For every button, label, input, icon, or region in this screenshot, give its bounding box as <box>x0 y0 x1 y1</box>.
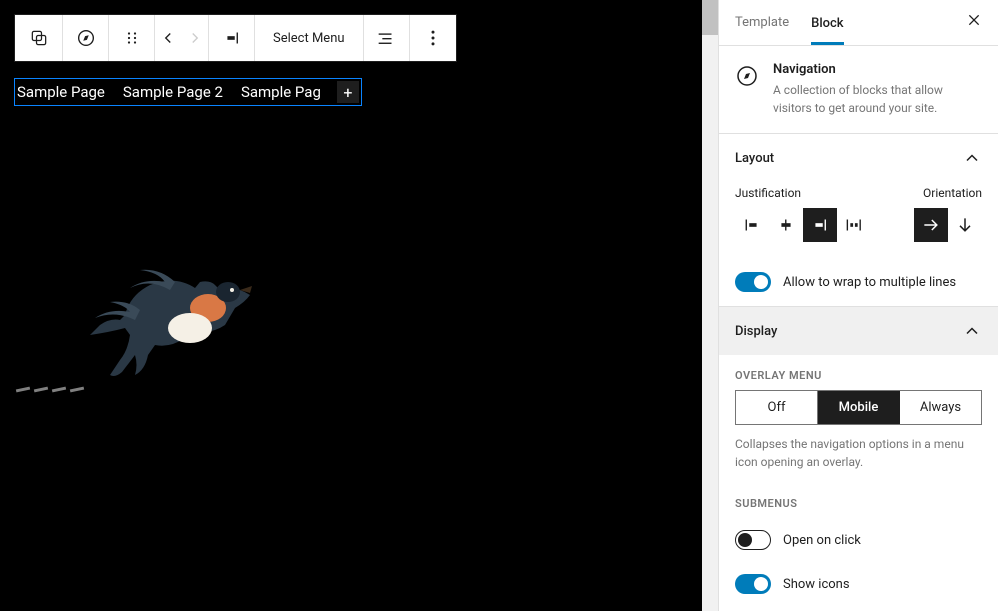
justification-group <box>735 208 871 242</box>
justify-center-button[interactable] <box>769 208 803 242</box>
justify-center-icon <box>775 214 797 236</box>
submenu-icon <box>375 27 397 49</box>
nav-item[interactable]: Sample Page 2 <box>121 79 225 105</box>
select-menu-button[interactable]: Select Menu <box>255 15 364 61</box>
orientation-horizontal-button[interactable] <box>914 208 948 242</box>
move-left-button[interactable] <box>155 15 182 61</box>
settings-sidebar: Template Block Navigation A collection o… <box>718 0 998 611</box>
close-icon <box>966 12 982 28</box>
open-on-click-toggle[interactable] <box>735 530 771 550</box>
justify-right-button[interactable] <box>803 208 837 242</box>
open-on-click-label: Open on click <box>783 533 861 548</box>
scrollbar-thumb[interactable] <box>702 0 718 35</box>
justify-space-button[interactable] <box>837 208 871 242</box>
show-icons-toggle[interactable] <box>735 574 771 594</box>
block-description: A collection of blocks that allow visito… <box>773 81 982 117</box>
add-block-button[interactable]: + <box>337 81 359 103</box>
navigation-block[interactable]: Sample Page Sample Page 2 Sample Pag + <box>14 78 362 106</box>
arrow-down-icon <box>955 215 975 235</box>
block-info: Navigation A collection of blocks that a… <box>719 46 998 133</box>
justification-label: Justification <box>735 186 801 200</box>
justify-left-button[interactable] <box>735 208 769 242</box>
compass-icon <box>75 27 97 49</box>
tab-block[interactable]: Block <box>811 2 843 45</box>
layout-panel: Layout Justification Orientation <box>719 133 998 306</box>
drag-handle[interactable] <box>109 15 155 61</box>
drag-icon <box>123 29 141 47</box>
overlay-mobile-button[interactable]: Mobile <box>817 391 899 424</box>
overlay-help-text: Collapses the navigation options in a me… <box>719 435 998 483</box>
overlay-menu-group: Off Mobile Always <box>735 390 982 425</box>
justify-left-icon <box>741 214 763 236</box>
tab-template[interactable]: Template <box>735 1 789 44</box>
nav-item[interactable]: Sample Pag <box>239 79 323 105</box>
block-title: Navigation <box>773 62 982 77</box>
block-type-button[interactable] <box>63 15 109 61</box>
canvas-scrollbar[interactable] <box>702 0 718 611</box>
show-icons-label: Show icons <box>783 577 850 592</box>
move-right-button[interactable] <box>182 15 209 61</box>
more-options-button[interactable] <box>410 15 456 61</box>
display-panel-toggle[interactable]: Display <box>719 307 998 355</box>
display-panel: Display OVERLAY MENU Off Mobile Always C… <box>719 306 998 606</box>
justify-button[interactable] <box>209 15 255 61</box>
nav-item[interactable]: Sample Page <box>15 79 107 105</box>
orientation-group <box>914 208 982 242</box>
justify-space-icon <box>843 214 865 236</box>
plus-icon: + <box>343 83 352 102</box>
chevron-left-icon <box>159 29 177 47</box>
wrap-label: Allow to wrap to multiple lines <box>783 275 956 290</box>
arrow-right-icon <box>921 215 941 235</box>
justify-right-icon <box>221 27 243 49</box>
wrap-toggle[interactable] <box>735 272 771 292</box>
more-vertical-icon <box>423 28 443 48</box>
decorative-lines <box>16 388 84 391</box>
submenus-label: SUBMENUS <box>719 483 998 518</box>
overlay-off-button[interactable]: Off <box>736 391 817 424</box>
bird-image <box>80 260 260 400</box>
select-menu-label: Select Menu <box>273 31 345 46</box>
parent-block-button[interactable] <box>15 15 63 61</box>
orientation-vertical-button[interactable] <box>948 208 982 242</box>
overlay-menu-label: OVERLAY MENU <box>719 355 998 390</box>
editor-canvas[interactable]: Select Menu Sample Page Sample Page 2 Sa… <box>0 0 718 611</box>
chevron-up-icon <box>962 321 982 341</box>
layout-panel-toggle[interactable]: Layout <box>719 134 998 182</box>
chevron-up-icon <box>962 148 982 168</box>
panel-title: Display <box>735 324 777 339</box>
close-sidebar-button[interactable] <box>966 12 982 33</box>
sidebar-tabs: Template Block <box>719 0 998 46</box>
copy-icon <box>29 28 49 48</box>
orientation-label: Orientation <box>923 186 982 200</box>
panel-title: Layout <box>735 151 774 166</box>
block-toolbar: Select Menu <box>14 14 457 62</box>
submenu-button[interactable] <box>364 15 410 61</box>
chevron-right-icon <box>186 29 204 47</box>
justify-right-icon <box>809 214 831 236</box>
overlay-always-button[interactable]: Always <box>899 391 981 424</box>
compass-icon <box>735 64 759 88</box>
